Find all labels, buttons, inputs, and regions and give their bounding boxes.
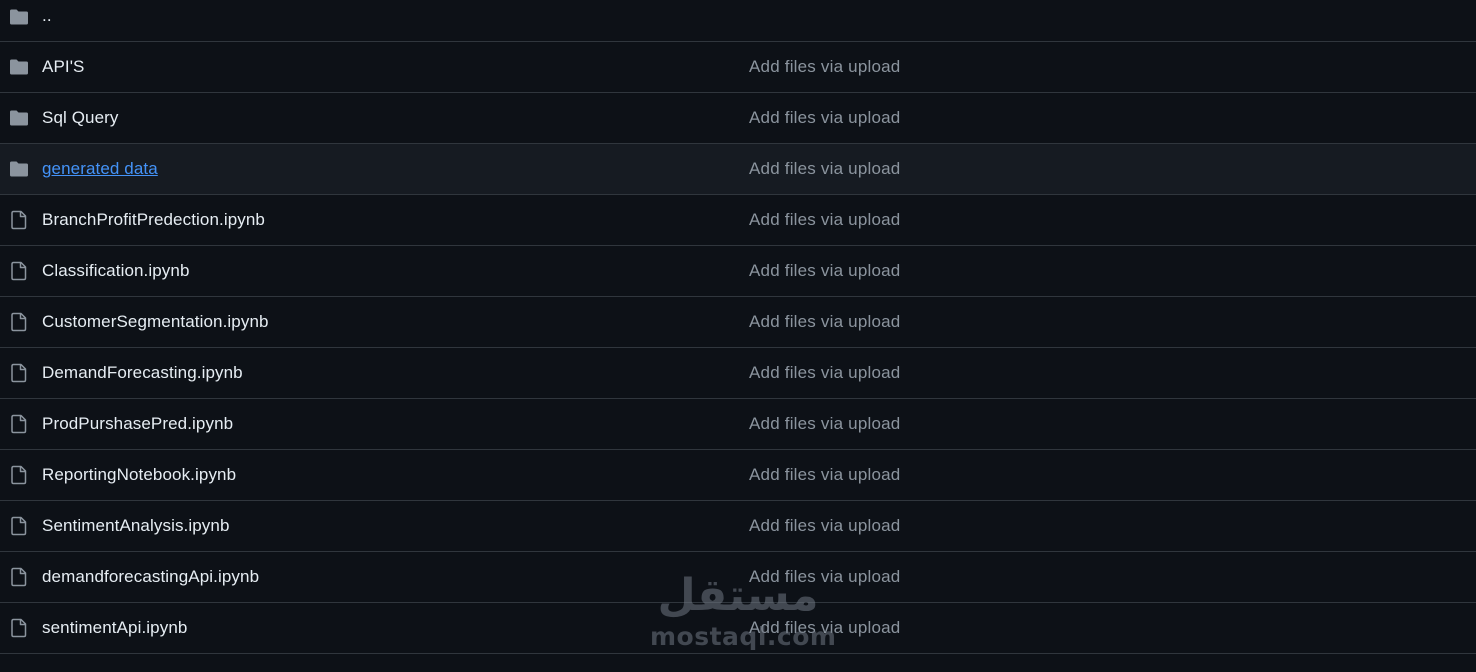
file-icon: [9, 618, 29, 638]
folder-icon: [9, 57, 29, 77]
commit-message-link[interactable]: Add files via upload: [749, 261, 900, 281]
commit-message-link[interactable]: Add files via upload: [749, 618, 900, 638]
parent-directory-link[interactable]: ..: [42, 6, 52, 26]
parent-directory-row[interactable]: ..: [0, 0, 1476, 42]
file-row-sentiment-analysis[interactable]: SentimentAnalysis.ipynb Add files via up…: [0, 501, 1476, 552]
file-row-demand-forecasting[interactable]: DemandForecasting.ipynb Add files via up…: [0, 348, 1476, 399]
folder-icon: [9, 7, 29, 27]
file-row-demandforecasting-api[interactable]: demandforecastingApi.ipynb Add files via…: [0, 552, 1476, 603]
commit-message-link[interactable]: Add files via upload: [749, 516, 900, 536]
file-row-reporting-notebook[interactable]: ReportingNotebook.ipynb Add files via up…: [0, 450, 1476, 501]
commit-message-link[interactable]: Add files via upload: [749, 312, 900, 332]
file-row-branch-profit-predection[interactable]: BranchProfitPredection.ipynb Add files v…: [0, 195, 1476, 246]
file-icon: [9, 516, 29, 536]
file-name-link[interactable]: Classification.ipynb: [42, 261, 190, 281]
folder-icon: [9, 159, 29, 179]
file-name-link[interactable]: ReportingNotebook.ipynb: [42, 465, 236, 485]
file-row-sql-query[interactable]: Sql Query Add files via upload: [0, 93, 1476, 144]
folder-name-link[interactable]: Sql Query: [42, 108, 119, 128]
file-row-prod-purshase-pred[interactable]: ProdPurshasePred.ipynb Add files via upl…: [0, 399, 1476, 450]
commit-message-link[interactable]: Add files via upload: [749, 159, 900, 179]
file-icon: [9, 210, 29, 230]
file-icon: [9, 312, 29, 332]
commit-message-link[interactable]: Add files via upload: [749, 567, 900, 587]
folder-icon: [9, 108, 29, 128]
file-row-generated-data[interactable]: generated data Add files via upload: [0, 144, 1476, 195]
commit-message-link[interactable]: Add files via upload: [749, 57, 900, 77]
file-name-link[interactable]: ProdPurshasePred.ipynb: [42, 414, 233, 434]
file-name-link[interactable]: sentimentApi.ipynb: [42, 618, 187, 638]
file-icon: [9, 261, 29, 281]
file-name-link[interactable]: DemandForecasting.ipynb: [42, 363, 243, 383]
file-icon: [9, 363, 29, 383]
commit-message-link[interactable]: Add files via upload: [749, 210, 900, 230]
file-name-link[interactable]: CustomerSegmentation.ipynb: [42, 312, 269, 332]
folder-name-link[interactable]: API'S: [42, 57, 85, 77]
file-name-link[interactable]: SentimentAnalysis.ipynb: [42, 516, 230, 536]
file-row-customer-segmentation[interactable]: CustomerSegmentation.ipynb Add files via…: [0, 297, 1476, 348]
file-icon: [9, 465, 29, 485]
file-row-sentiment-api[interactable]: sentimentApi.ipynb Add files via upload: [0, 603, 1476, 654]
file-icon: [9, 567, 29, 587]
folder-name-link[interactable]: generated data: [42, 159, 158, 179]
file-list: .. API'S Add files via upload Sql Query …: [0, 0, 1476, 654]
file-row-api-s[interactable]: API'S Add files via upload: [0, 42, 1476, 93]
commit-message-link[interactable]: Add files via upload: [749, 363, 900, 383]
file-icon: [9, 414, 29, 434]
file-row-classification[interactable]: Classification.ipynb Add files via uploa…: [0, 246, 1476, 297]
commit-message-link[interactable]: Add files via upload: [749, 465, 900, 485]
commit-message-link[interactable]: Add files via upload: [749, 108, 900, 128]
commit-message-link[interactable]: Add files via upload: [749, 414, 900, 434]
file-name-link[interactable]: BranchProfitPredection.ipynb: [42, 210, 265, 230]
file-name-link[interactable]: demandforecastingApi.ipynb: [42, 567, 259, 587]
